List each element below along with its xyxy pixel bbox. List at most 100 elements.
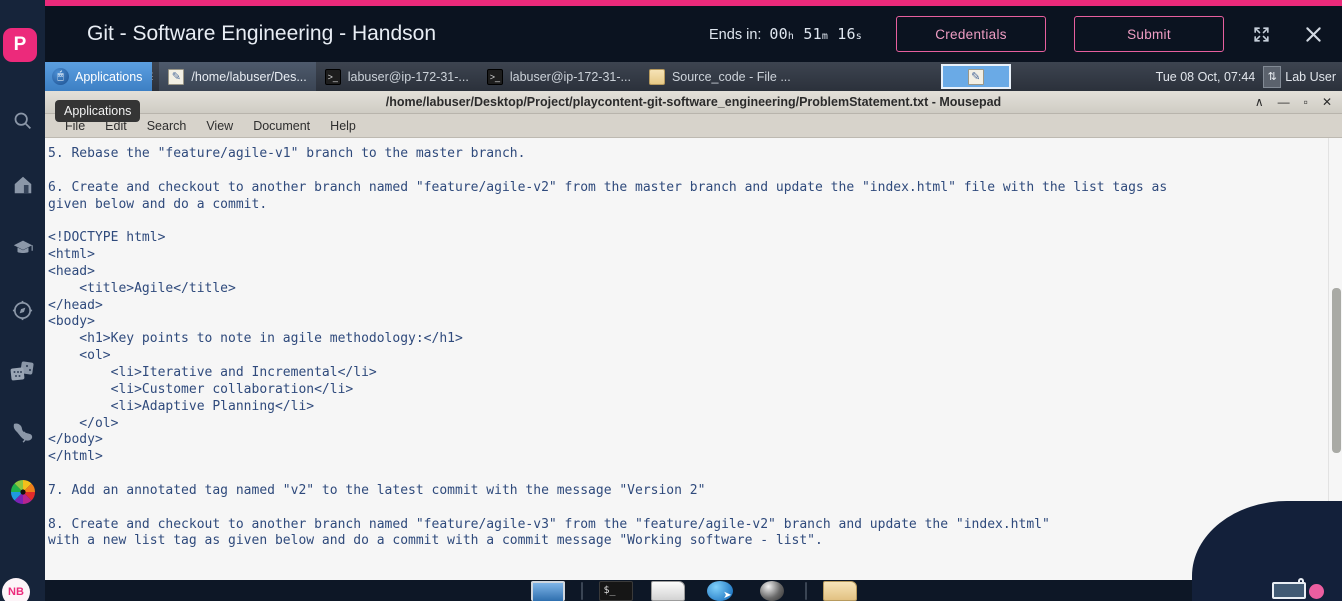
applications-menu-button[interactable]: 🖱 Applications (45, 62, 153, 91)
screen-root: P NB Git - Software Engineering - Handso… (0, 0, 1342, 601)
taskbar-item-terminal-2[interactable]: >_ labuser@ip-172-31-... (478, 62, 640, 91)
avatar-initials: NB (8, 586, 24, 598)
app-logo[interactable]: P (3, 28, 37, 62)
chat-bubble-icon (1272, 582, 1306, 599)
shade-button[interactable]: ∧ (1255, 96, 1264, 108)
terminal-icon: $_ (598, 580, 633, 601)
support-chat-button[interactable] (1272, 578, 1324, 599)
taskbar-item-mousepad[interactable]: /home/labuser/Des... (159, 62, 316, 91)
close-button[interactable]: ✕ (1322, 96, 1332, 108)
mousepad-icon (168, 68, 185, 85)
taskbar-item-terminal-1[interactable]: >_ labuser@ip-172-31-... (316, 62, 478, 91)
dice-icon (10, 361, 36, 383)
timer-hours-unit: h (787, 31, 795, 42)
dock-item-file-manager[interactable] (642, 580, 694, 601)
user-avatar[interactable]: NB (2, 578, 30, 601)
scrollbar-thumb[interactable] (1332, 288, 1341, 453)
menu-help[interactable]: Help (320, 119, 366, 133)
applications-menu-label: Applications (75, 69, 143, 84)
network-updown-icon[interactable]: ⇅ (1263, 65, 1282, 88)
mousepad-menubar: File Edit Search View Document Help (45, 114, 1342, 138)
timer-seconds-unit: s (855, 31, 862, 42)
dock-item-web-browser[interactable] (694, 580, 746, 601)
separator-icon (804, 581, 807, 600)
taskbar-item-label: labuser@ip-172-31-... (509, 69, 631, 84)
rail-item-explore[interactable] (0, 290, 45, 330)
rail-item-challenges[interactable] (0, 412, 45, 452)
taskbar-item-label: labuser@ip-172-31-... (347, 69, 469, 84)
taskbar-item-label: Source_code - File ... (671, 69, 791, 84)
app-logo-label: P (13, 34, 27, 55)
folder-icon (648, 68, 665, 85)
mousepad-window: /home/labuser/Desktop/Project/playconten… (45, 91, 1342, 580)
desktop-taskbar: 🖱 Applications ⋮⋮ /home/labuser/Des... >… (45, 62, 1342, 91)
rail-item-learning[interactable] (0, 228, 45, 268)
home-icon (12, 174, 34, 196)
menu-document[interactable]: Document (243, 119, 320, 133)
timer-minutes-unit: m (821, 31, 829, 42)
maximize-button[interactable]: ▫ (1304, 96, 1308, 108)
terminal-icon: >_ (486, 68, 503, 85)
compass-icon (11, 299, 34, 322)
sphere-icon (759, 580, 784, 601)
terminal-icon: >_ (324, 68, 341, 85)
rail-item-playground[interactable] (0, 352, 45, 392)
graduation-cap-icon (11, 237, 35, 259)
fullscreen-button[interactable] (1246, 19, 1276, 49)
timer-minutes: 51 (803, 25, 822, 43)
taskbar-spacer-right (1011, 62, 1152, 91)
taskbar-item-label: /home/labuser/Des... (191, 69, 307, 84)
minimize-button[interactable]: — (1278, 96, 1290, 108)
window-controls: ∧ — ▫ ✕ (1255, 96, 1342, 108)
timer: Ends in: 00h 51m 16s (709, 25, 862, 43)
dock-item-folder[interactable] (814, 580, 866, 601)
credentials-button[interactable]: Credentials (896, 16, 1046, 52)
separator-icon (580, 581, 583, 600)
timer-hours: 00 (769, 25, 788, 43)
folder-icon (822, 580, 857, 601)
user-label[interactable]: Lab User (1285, 70, 1338, 84)
web-browser-icon (706, 580, 733, 601)
page-title: Git - Software Engineering - Handson (87, 22, 437, 45)
taskbar-spacer (800, 62, 941, 91)
clock[interactable]: Tue 08 Oct, 07:44 (1152, 70, 1260, 84)
panel-handle[interactable]: ⋮⋮ (148, 62, 165, 91)
mousepad-titlebar[interactable]: /home/labuser/Desktop/Project/playconten… (45, 91, 1342, 114)
close-icon (1303, 24, 1324, 45)
taskbar-minimized-window[interactable] (940, 64, 1011, 89)
rail-item-themes[interactable] (0, 472, 45, 512)
close-button[interactable] (1298, 19, 1328, 49)
mousepad-title: /home/labuser/Desktop/Project/playconten… (385, 95, 1002, 109)
mousepad-editor[interactable]: 5. Rebase the "feature/agile-v1" branch … (45, 138, 1342, 580)
timer-label: Ends in: (709, 27, 762, 43)
credentials-button-label: Credentials (935, 26, 1007, 42)
show-desktop-icon (530, 580, 565, 601)
submit-button-label: Submit (1127, 26, 1171, 42)
submit-button[interactable]: Submit (1074, 16, 1224, 52)
file-manager-icon (650, 580, 685, 601)
taskbar-item-file-manager[interactable]: Source_code - File ... (640, 62, 800, 91)
editor-text[interactable]: 5. Rebase the "feature/agile-v1" branch … (45, 138, 1328, 580)
dock-separator-1 (574, 580, 590, 601)
desktop-dock: $_ (45, 580, 1342, 601)
rail-item-search[interactable] (0, 100, 45, 140)
dock-separator-2 (798, 580, 814, 601)
menu-view[interactable]: View (196, 119, 243, 133)
dock-item-show-desktop[interactable] (522, 580, 574, 601)
mouse-cursor-icon: 🖱 (52, 68, 69, 85)
menu-search[interactable]: Search (137, 119, 197, 133)
chat-badge-icon (1309, 584, 1324, 599)
chat-antenna-icon (1298, 578, 1304, 584)
timer-seconds: 16 (837, 25, 856, 43)
dock-item-sphere-app[interactable] (746, 580, 798, 601)
applications-tooltip: Applications (55, 100, 141, 122)
rail-item-home[interactable] (0, 165, 45, 205)
color-wheel-icon (10, 479, 36, 505)
mousepad-icon (967, 68, 984, 85)
search-icon (12, 110, 33, 131)
taskbar-tray: Tue 08 Oct, 07:44 ⇅ Lab User (1152, 62, 1342, 91)
left-rail: P NB (0, 0, 45, 601)
expand-icon (1252, 25, 1271, 44)
eagle-icon (11, 421, 35, 443)
dock-item-terminal[interactable]: $_ (590, 580, 642, 601)
